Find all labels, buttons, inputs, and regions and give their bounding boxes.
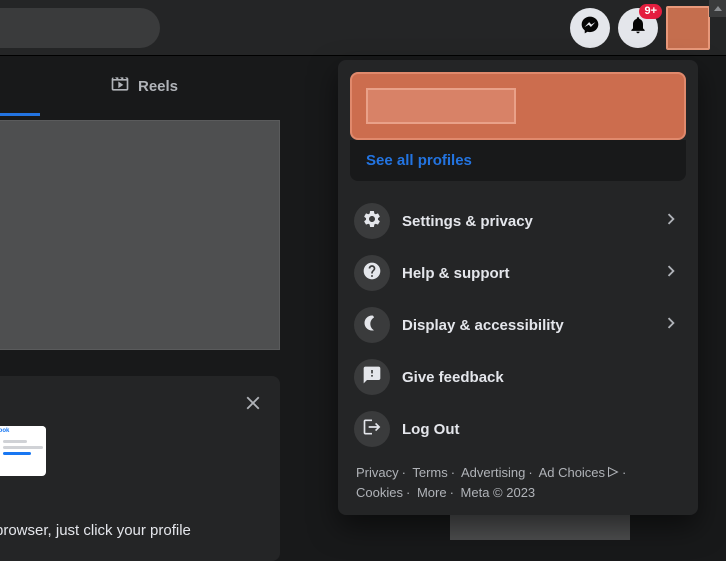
see-all-profiles-link[interactable]: See all profiles <box>366 152 670 169</box>
close-icon <box>242 401 264 418</box>
close-button[interactable] <box>242 392 264 419</box>
profile-card[interactable] <box>350 72 686 140</box>
left-content: Reels facebook is browser, just click yo… <box>0 56 300 540</box>
footer-terms-link[interactable]: Terms <box>412 465 447 480</box>
menu-item-label: Display & accessibility <box>402 317 660 334</box>
feedback-icon <box>362 365 382 390</box>
chevron-right-icon <box>660 312 682 339</box>
footer-cookies-link[interactable]: Cookies <box>356 485 403 500</box>
info-card-text: is browser, just click your profile <box>0 521 260 541</box>
menu-item-give-feedback[interactable]: Give feedback <box>346 351 690 403</box>
tab-row: Reels <box>0 56 300 116</box>
content-panel <box>0 120 280 350</box>
menu-footer: Privacy· Terms· Advertising· Ad Choices·… <box>346 455 690 507</box>
bell-icon <box>628 15 648 40</box>
menu-item-label: Give feedback <box>402 369 682 386</box>
menu-item-settings-privacy[interactable]: Settings & privacy <box>346 195 690 247</box>
top-bar: 9+ <box>0 0 726 56</box>
menu-item-display-accessibility[interactable]: Display & accessibility <box>346 299 690 351</box>
tab-reels[interactable]: Reels <box>110 74 178 98</box>
menu-item-help-support[interactable]: Help & support <box>346 247 690 299</box>
account-menu: See all profiles Settings & privacy Help… <box>338 60 698 515</box>
tab-reels-label: Reels <box>138 78 178 95</box>
help-icon <box>362 261 382 286</box>
menu-item-label: Help & support <box>402 265 660 282</box>
footer-adchoices-link[interactable]: Ad Choices <box>539 465 619 480</box>
profile-avatar-button[interactable] <box>666 6 710 50</box>
footer-advertising-link[interactable]: Advertising <box>461 465 525 480</box>
reels-icon <box>110 74 130 98</box>
menu-item-logout[interactable]: Log Out <box>346 403 690 455</box>
profile-name-placeholder <box>366 88 516 124</box>
chevron-right-icon <box>660 208 682 235</box>
messenger-button[interactable] <box>570 8 610 48</box>
footer-meta-text: Meta © 2023 <box>461 485 536 500</box>
search-input[interactable] <box>0 8 160 48</box>
footer-privacy-link[interactable]: Privacy <box>356 465 399 480</box>
thumbnail-image: facebook <box>0 426 46 476</box>
logout-icon <box>362 417 382 442</box>
gear-icon <box>362 209 382 234</box>
menu-item-label: Log Out <box>402 421 682 438</box>
chevron-right-icon <box>660 260 682 287</box>
scrollbar-up-button[interactable] <box>709 0 726 17</box>
menu-item-label: Settings & privacy <box>402 213 660 230</box>
menu-list: Settings & privacy Help & support Displa… <box>346 195 690 455</box>
info-card: facebook is browser, just click your pro… <box>0 376 280 561</box>
moon-icon <box>362 313 382 338</box>
active-tab-underline <box>0 113 40 116</box>
messenger-icon <box>580 15 600 40</box>
notifications-button[interactable]: 9+ <box>618 8 658 48</box>
footer-more-link[interactable]: More <box>417 485 447 500</box>
adchoices-icon <box>607 464 619 484</box>
notification-badge: 9+ <box>639 4 662 19</box>
